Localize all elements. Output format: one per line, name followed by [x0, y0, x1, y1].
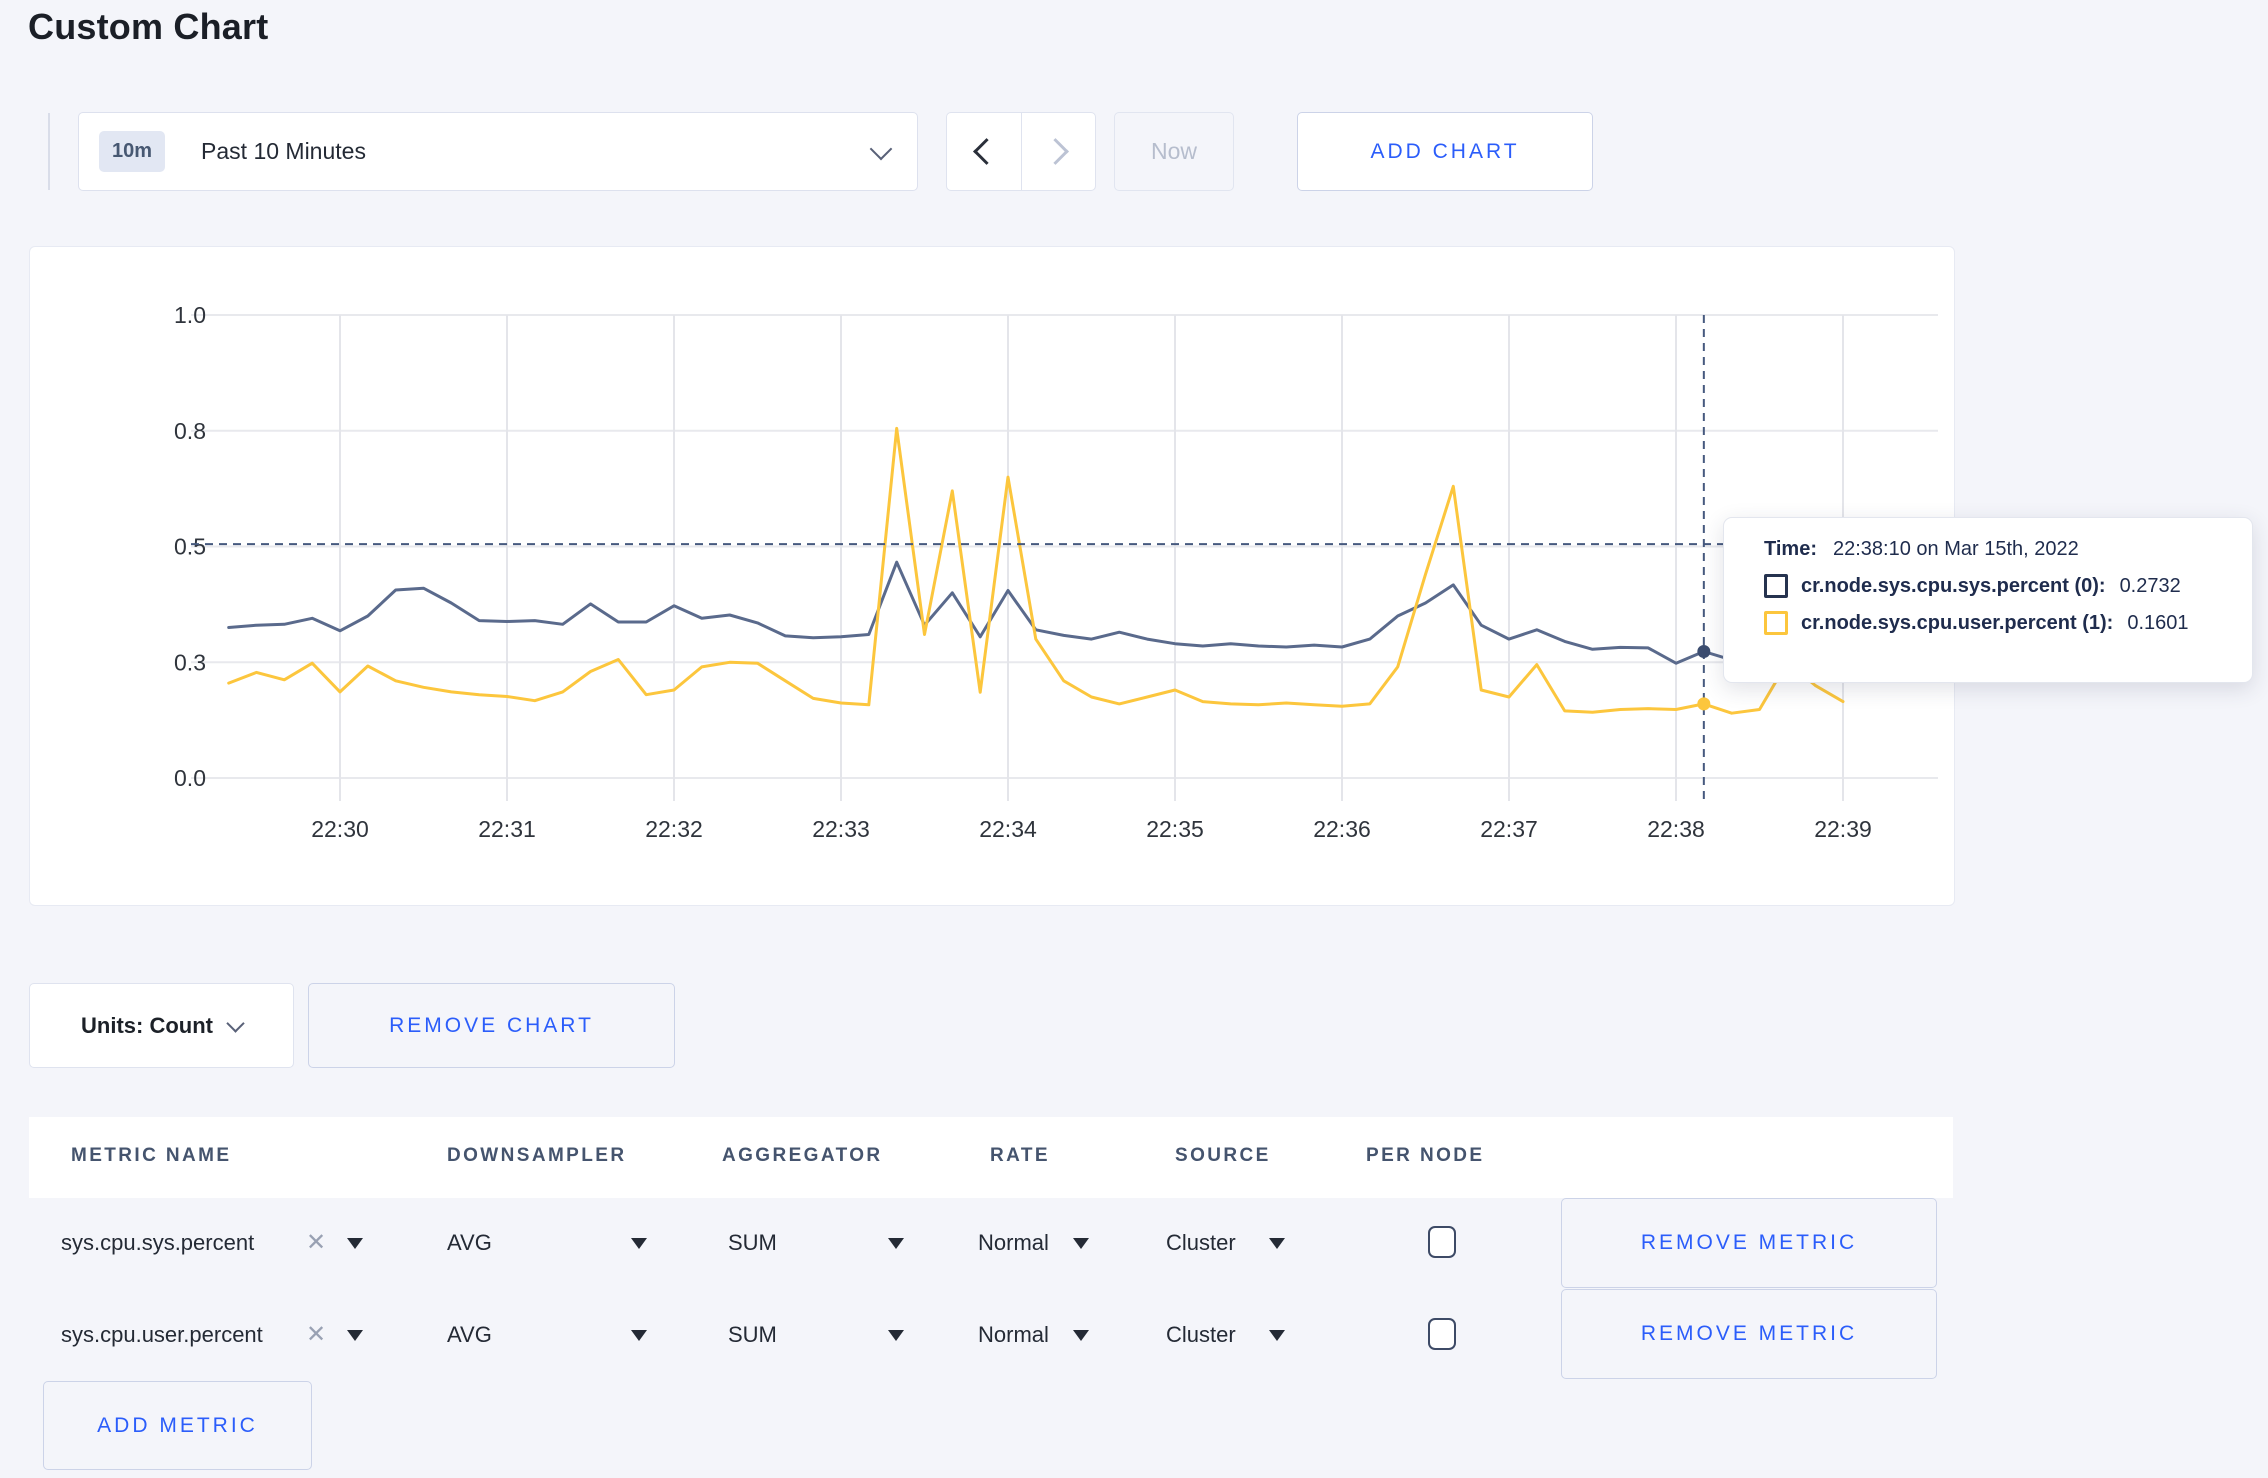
- metric-dropdown-icon[interactable]: [347, 1238, 363, 1249]
- tooltip-time-row: Time: 22:38:10 on Mar 15th, 2022: [1764, 538, 2252, 561]
- source-select[interactable]: Cluster: [1166, 1322, 1236, 1348]
- time-range-badge: 10m: [99, 131, 166, 172]
- tooltip-series-label: cr.node.sys.cpu.sys.percent (0):: [1801, 574, 2106, 597]
- svg-text:22:38: 22:38: [1647, 816, 1705, 842]
- svg-text:0.3: 0.3: [174, 649, 206, 675]
- col-header-rate: RATE: [990, 1145, 1050, 1166]
- remove-chart-button[interactable]: REMOVE CHART: [308, 983, 675, 1068]
- svg-text:0.0: 0.0: [174, 765, 206, 791]
- aggregator-dropdown-icon[interactable]: [888, 1330, 904, 1341]
- downsampler-select[interactable]: AVG: [447, 1230, 492, 1256]
- tooltip-series-row: cr.node.sys.cpu.sys.percent (0): 0.2732: [1764, 574, 2252, 598]
- units-label: Units: Count: [81, 1012, 213, 1038]
- col-header-aggregator: AGGREGATOR: [722, 1145, 883, 1166]
- col-header-per-node: PER NODE: [1366, 1145, 1485, 1166]
- source-select[interactable]: Cluster: [1166, 1230, 1236, 1256]
- chevron-right-icon: [1041, 138, 1069, 165]
- clear-metric-icon[interactable]: ✕: [306, 1228, 326, 1257]
- time-range-label: Past 10 Minutes: [201, 138, 366, 164]
- tooltip-series-value: 0.2732: [2119, 574, 2181, 597]
- aggregator-select[interactable]: SUM: [728, 1322, 777, 1348]
- time-back-button[interactable]: [947, 113, 1021, 190]
- svg-text:22:35: 22:35: [1146, 816, 1204, 842]
- tooltip-swatch: [1764, 574, 1788, 598]
- chevron-down-icon: [869, 137, 893, 160]
- downsampler-dropdown-icon[interactable]: [631, 1238, 647, 1249]
- chevron-left-icon: [973, 138, 1001, 165]
- tooltip-time-value: 22:38:10 on Mar 15th, 2022: [1832, 538, 2079, 560]
- metric-name-value[interactable]: sys.cpu.user.percent: [61, 1322, 263, 1348]
- tooltip-time-label: Time:: [1764, 538, 1817, 560]
- rate-select[interactable]: Normal: [978, 1230, 1049, 1256]
- per-node-checkbox[interactable]: [1428, 1226, 1456, 1258]
- remove-metric-button[interactable]: REMOVE METRIC: [1561, 1289, 1937, 1379]
- svg-text:22:39: 22:39: [1814, 816, 1872, 842]
- col-header-downsampler: DOWNSAMPLER: [447, 1145, 627, 1166]
- clear-metric-icon[interactable]: ✕: [306, 1320, 326, 1349]
- time-nav-group: [946, 112, 1096, 191]
- aggregator-dropdown-icon[interactable]: [888, 1238, 904, 1249]
- per-node-checkbox[interactable]: [1428, 1318, 1456, 1350]
- rate-select[interactable]: Normal: [978, 1322, 1049, 1348]
- toolbar-divider: [48, 113, 50, 190]
- metric-dropdown-icon[interactable]: [347, 1330, 363, 1341]
- tooltip-series-value: 0.1601: [2127, 611, 2189, 634]
- remove-metric-button[interactable]: REMOVE METRIC: [1561, 1198, 1937, 1288]
- page-title: Custom Chart: [28, 6, 269, 47]
- source-dropdown-icon[interactable]: [1269, 1330, 1285, 1341]
- tooltip-series-row: cr.node.sys.cpu.user.percent (1): 0.1601: [1764, 611, 2252, 635]
- time-forward-button[interactable]: [1020, 113, 1096, 190]
- chart-card: 0.0 0.3 0.5 0.8 1.0 22:30 22:31 22:32 22:33 22:34…: [29, 246, 1955, 906]
- chart-tooltip: Time: 22:38:10 on Mar 15th, 2022 cr.node…: [1723, 517, 2253, 683]
- rate-dropdown-icon[interactable]: [1073, 1330, 1089, 1341]
- tooltip-swatch: [1764, 611, 1788, 635]
- now-button[interactable]: Now: [1114, 112, 1234, 191]
- downsampler-dropdown-icon[interactable]: [631, 1330, 647, 1341]
- svg-text:22:31: 22:31: [478, 816, 536, 842]
- metrics-table-header: METRIC NAME DOWNSAMPLER AGGREGATOR RATE …: [29, 1117, 1953, 1198]
- custom-chart-page: Custom Chart 10m Past 10 Minutes Now ADD…: [0, 0, 2268, 1478]
- source-dropdown-icon[interactable]: [1269, 1238, 1285, 1249]
- metric-name-value[interactable]: sys.cpu.sys.percent: [61, 1230, 254, 1256]
- aggregator-select[interactable]: SUM: [728, 1230, 777, 1256]
- chevron-down-icon: [226, 1013, 245, 1033]
- rate-dropdown-icon[interactable]: [1073, 1238, 1089, 1249]
- tooltip-series-label: cr.node.sys.cpu.user.percent (1):: [1801, 611, 2114, 634]
- col-header-metric-name: METRIC NAME: [71, 1145, 232, 1166]
- svg-text:0.5: 0.5: [174, 534, 206, 560]
- svg-text:22:32: 22:32: [645, 816, 703, 842]
- chart-svg[interactable]: 0.0 0.3 0.5 0.8 1.0 22:30 22:31 22:32 22:33 22:34…: [30, 247, 1954, 905]
- col-header-source: SOURCE: [1175, 1145, 1271, 1166]
- units-select[interactable]: Units: Count: [29, 983, 294, 1068]
- time-range-select[interactable]: 10m Past 10 Minutes: [78, 112, 918, 191]
- svg-text:22:36: 22:36: [1313, 816, 1371, 842]
- svg-text:0.8: 0.8: [174, 418, 206, 444]
- svg-text:22:33: 22:33: [812, 816, 870, 842]
- downsampler-select[interactable]: AVG: [447, 1322, 492, 1348]
- add-chart-button[interactable]: ADD CHART: [1297, 112, 1593, 191]
- svg-text:22:30: 22:30: [311, 816, 369, 842]
- svg-text:1.0: 1.0: [174, 302, 206, 328]
- svg-text:22:37: 22:37: [1480, 816, 1538, 842]
- add-metric-button[interactable]: ADD METRIC: [43, 1381, 312, 1470]
- svg-text:22:34: 22:34: [979, 816, 1037, 842]
